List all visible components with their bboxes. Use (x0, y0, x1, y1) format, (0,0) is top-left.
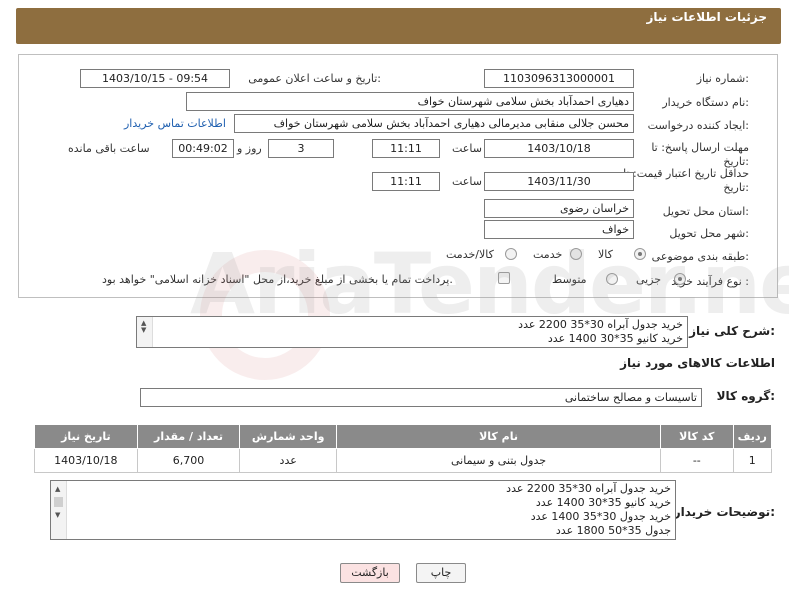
buyer-note-line: خرید جدول 30*35 1400 عدد (530, 510, 671, 523)
price-validity-date-field[interactable]: 1403/11/30 (484, 172, 634, 191)
buyer-note-line: خرید کانیو 35*30 1400 عدد (535, 496, 671, 509)
table-row[interactable]: 1 -- جدول بتنی و سیمانی عدد 6,700 1403/1… (34, 448, 773, 473)
summary-line: خرید جدول آبراه 30*35 2200 عدد (518, 318, 683, 331)
reply-deadline-label-line1: مهلت ارسال پاسخ: تا (651, 141, 749, 154)
process-minor-label: جزیی (636, 273, 662, 286)
price-validity-label-line2: تاریخ: (723, 181, 749, 194)
goods-group-label: گروه کالا: (716, 389, 775, 403)
scroll-thumb[interactable] (54, 497, 63, 507)
category-goods-service-radio[interactable] (505, 248, 517, 260)
category-goods-radio[interactable] (634, 248, 646, 260)
days-label: روز و (237, 142, 262, 155)
remaining-label: ساعت باقی مانده (68, 142, 150, 155)
table-header-row: ردیف کد کالا نام کالا واحد شمارش تعداد /… (34, 424, 773, 449)
summary-label: شرح کلی نیاز: (689, 324, 775, 338)
col-name-header: نام کالا (335, 424, 662, 449)
treasury-payment-checkbox[interactable] (498, 272, 510, 284)
category-goods-service-label: کالا/خدمت (446, 248, 494, 261)
goods-section-title: اطلاعات کالاهای مورد نیاز (620, 356, 775, 370)
requester-label: ایجاد کننده درخواست: (647, 119, 749, 132)
quantity-cell: 6,700 (136, 448, 241, 473)
buyer-org-field[interactable]: دهیاری احمدآباد بخش سلامی شهرستان خواف (186, 92, 634, 111)
buyer-note-line: جدول 35*50 1800 عدد (555, 524, 671, 537)
buyer-notes-label: توضیحات خریدار: (673, 505, 775, 519)
remaining-time-field[interactable]: 00:49:02 (172, 139, 234, 158)
buyer-notes-scrollbar[interactable]: ▲ ▼ (51, 481, 67, 539)
reply-deadline-time-field[interactable]: 11:11 (372, 139, 440, 158)
category-service-radio[interactable] (570, 248, 582, 260)
price-validity-label-line1: حداقل تاریخ اعتبار قیمت: تا (623, 167, 749, 180)
col-code-header: کد کالا (660, 424, 734, 449)
delivery-province-field[interactable]: خراسان رضوی (484, 199, 634, 218)
back-button[interactable]: بازگشت (340, 563, 400, 583)
announce-datetime-label: تاریخ و ساعت اعلان عمومی: (248, 72, 381, 85)
col-qty-header: تعداد / مقدار (136, 424, 241, 449)
row-number-cell: 1 (732, 448, 773, 473)
reply-deadline-date-field[interactable]: 1403/10/18 (484, 139, 634, 158)
print-button[interactable]: چاپ (416, 563, 466, 583)
goods-table: ردیف کد کالا نام کالا واحد شمارش تعداد /… (34, 424, 773, 473)
summary-scrollbar[interactable]: ▲ ▼ (137, 317, 153, 347)
col-row-header: ردیف (732, 424, 773, 449)
need-date-cell: 1403/10/18 (34, 448, 138, 473)
scroll-up-icon[interactable]: ▲ (55, 485, 60, 493)
delivery-province-label: استان محل تحویل: (662, 205, 749, 218)
price-validity-time-field[interactable]: 11:11 (372, 172, 440, 191)
category-label: طبقه بندی موضوعی: (651, 250, 749, 263)
reply-deadline-time-label: ساعت (452, 142, 482, 155)
announce-datetime-field[interactable]: 1403/10/15 - 09:54 (80, 69, 230, 88)
buyer-notes-textarea[interactable]: ▲ ▼ خرید جدول آبراه 30*35 2200 عدد خرید … (50, 480, 676, 540)
buyer-org-label: نام دستگاه خریدار: (662, 96, 749, 109)
goods-group-field[interactable]: تاسیسات و مصالح ساختمانی (140, 388, 702, 407)
buyer-contact-link[interactable]: اطلاعات تماس خریدار (124, 117, 226, 130)
col-unit-header: واحد شمارش (239, 424, 337, 449)
col-date-header: تاریخ نیاز (34, 424, 138, 449)
price-validity-time-label: ساعت (452, 175, 482, 188)
category-goods-label: کالا (598, 248, 613, 261)
process-minor-radio[interactable] (674, 273, 686, 285)
process-medium-radio[interactable] (606, 273, 618, 285)
treasury-payment-note: پرداخت تمام یا بخشی از مبلغ خرید،از محل … (102, 273, 453, 286)
reply-deadline-days-field[interactable]: 3 (268, 139, 334, 158)
scroll-down-icon[interactable]: ▼ (55, 511, 60, 519)
delivery-city-field[interactable]: خواف (484, 220, 634, 239)
category-service-label: خدمت (533, 248, 563, 261)
summary-line: خرید کانیو 35*30 1400 عدد (547, 332, 683, 345)
page-title: جزئیات اطلاعات نیاز (646, 10, 767, 24)
need-number-label: شماره نیاز: (696, 72, 749, 85)
unit-cell: عدد (239, 448, 337, 473)
buyer-note-line: خرید جدول آبراه 30*35 2200 عدد (506, 482, 671, 495)
delivery-city-label: شهر محل تحویل: (669, 227, 749, 240)
goods-name-cell: جدول بتنی و سیمانی (335, 448, 662, 473)
summary-textarea[interactable]: ▲ ▼ خرید جدول آبراه 30*35 2200 عدد خرید … (136, 316, 688, 348)
goods-code-cell: -- (660, 448, 734, 473)
process-medium-label: متوسط (552, 273, 587, 286)
requester-field[interactable]: محسن جلالی منقابی مدیرمالی دهیاری احمدآب… (234, 114, 634, 133)
need-number-field[interactable]: 1103096313000001 (484, 69, 634, 88)
scroll-down-icon[interactable]: ▼ (141, 326, 146, 334)
